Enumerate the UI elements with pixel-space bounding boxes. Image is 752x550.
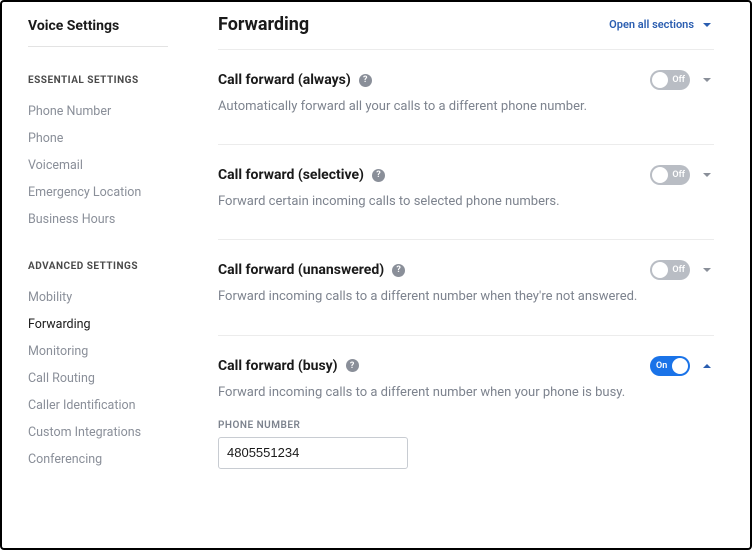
section-controls: Off bbox=[650, 70, 714, 90]
section-title: Call forward (selective) bbox=[218, 167, 364, 183]
sidebar-item-business-hours[interactable]: Business Hours bbox=[28, 206, 182, 233]
toggle-knob bbox=[672, 358, 688, 374]
section-title-wrap: Call forward (unanswered) ? bbox=[218, 262, 405, 278]
sidebar-item-conferencing[interactable]: Conferencing bbox=[28, 446, 182, 473]
section-controls: On bbox=[650, 356, 714, 376]
section-title-wrap: Call forward (busy) ? bbox=[218, 358, 359, 374]
toggle-call-forward-selective[interactable]: Off bbox=[650, 165, 690, 185]
toggle-call-forward-busy[interactable]: On bbox=[650, 356, 690, 376]
toggle-knob bbox=[652, 167, 668, 183]
section-header-row: Call forward (selective) ? Off bbox=[218, 165, 714, 185]
sidebar-item-custom-integrations[interactable]: Custom Integrations bbox=[28, 419, 182, 446]
page-title: Forwarding bbox=[218, 14, 309, 35]
section-controls: Off bbox=[650, 165, 714, 185]
sidebar-title: Voice Settings bbox=[28, 18, 182, 46]
sidebar-item-phone[interactable]: Phone bbox=[28, 125, 182, 152]
sidebar: Voice Settings ESSENTIAL SETTINGS Phone … bbox=[2, 2, 182, 548]
chevron-up-icon[interactable] bbox=[700, 359, 714, 373]
sidebar-item-phone-number[interactable]: Phone Number bbox=[28, 98, 182, 125]
section-description: Automatically forward all your calls to … bbox=[218, 98, 714, 116]
page-header: Forwarding Open all sections bbox=[218, 14, 714, 50]
sidebar-group-label-essential: ESSENTIAL SETTINGS bbox=[28, 75, 182, 86]
section-description: Forward incoming calls to a different nu… bbox=[218, 384, 714, 402]
sidebar-divider bbox=[28, 46, 168, 47]
section-header-row: Call forward (unanswered) ? Off bbox=[218, 260, 714, 280]
toggle-label: Off bbox=[672, 75, 685, 85]
toggle-knob bbox=[652, 262, 668, 278]
help-icon[interactable]: ? bbox=[346, 359, 359, 372]
chevron-down-icon[interactable] bbox=[700, 168, 714, 182]
chevron-down-icon[interactable] bbox=[700, 263, 714, 277]
section-header-row: Call forward (busy) ? On bbox=[218, 356, 714, 376]
section-call-forward-busy: Call forward (busy) ? On Forward incomin… bbox=[218, 336, 714, 497]
toggle-label: On bbox=[656, 361, 667, 371]
section-controls: Off bbox=[650, 260, 714, 280]
phone-number-input[interactable] bbox=[218, 437, 408, 469]
open-all-sections-link[interactable]: Open all sections bbox=[609, 18, 714, 32]
open-all-label: Open all sections bbox=[609, 18, 694, 31]
phone-number-field-label: PHONE NUMBER bbox=[218, 420, 714, 431]
app-frame: Voice Settings ESSENTIAL SETTINGS Phone … bbox=[0, 0, 752, 550]
sidebar-item-caller-identification[interactable]: Caller Identification bbox=[28, 392, 182, 419]
sidebar-item-forwarding[interactable]: Forwarding bbox=[28, 311, 182, 338]
section-title: Call forward (unanswered) bbox=[218, 262, 384, 278]
toggle-call-forward-unanswered[interactable]: Off bbox=[650, 260, 690, 280]
chevron-down-icon bbox=[700, 18, 714, 32]
section-header-row: Call forward (always) ? Off bbox=[218, 70, 714, 90]
sidebar-item-voicemail[interactable]: Voicemail bbox=[28, 152, 182, 179]
sidebar-item-monitoring[interactable]: Monitoring bbox=[28, 338, 182, 365]
section-description: Forward certain incoming calls to select… bbox=[218, 193, 714, 211]
sidebar-item-mobility[interactable]: Mobility bbox=[28, 284, 182, 311]
section-title-wrap: Call forward (selective) ? bbox=[218, 167, 385, 183]
sidebar-item-emergency-location[interactable]: Emergency Location bbox=[28, 179, 182, 206]
toggle-label: Off bbox=[672, 265, 685, 275]
section-title-wrap: Call forward (always) ? bbox=[218, 72, 372, 88]
section-call-forward-always: Call forward (always) ? Off Automaticall… bbox=[218, 50, 714, 145]
sidebar-group-label-advanced: ADVANCED SETTINGS bbox=[28, 261, 182, 272]
help-icon[interactable]: ? bbox=[359, 74, 372, 87]
chevron-down-icon[interactable] bbox=[700, 73, 714, 87]
toggle-label: Off bbox=[672, 170, 685, 180]
help-icon[interactable]: ? bbox=[372, 169, 385, 182]
main-content: Forwarding Open all sections Call forwar… bbox=[182, 2, 750, 548]
toggle-call-forward-always[interactable]: Off bbox=[650, 70, 690, 90]
sidebar-item-call-routing[interactable]: Call Routing bbox=[28, 365, 182, 392]
help-icon[interactable]: ? bbox=[392, 264, 405, 277]
section-call-forward-selective: Call forward (selective) ? Off Forward c… bbox=[218, 145, 714, 240]
section-title: Call forward (always) bbox=[218, 72, 351, 88]
toggle-knob bbox=[652, 72, 668, 88]
section-call-forward-unanswered: Call forward (unanswered) ? Off Forward … bbox=[218, 240, 714, 335]
section-description: Forward incoming calls to a different nu… bbox=[218, 288, 714, 306]
section-title: Call forward (busy) bbox=[218, 358, 338, 374]
